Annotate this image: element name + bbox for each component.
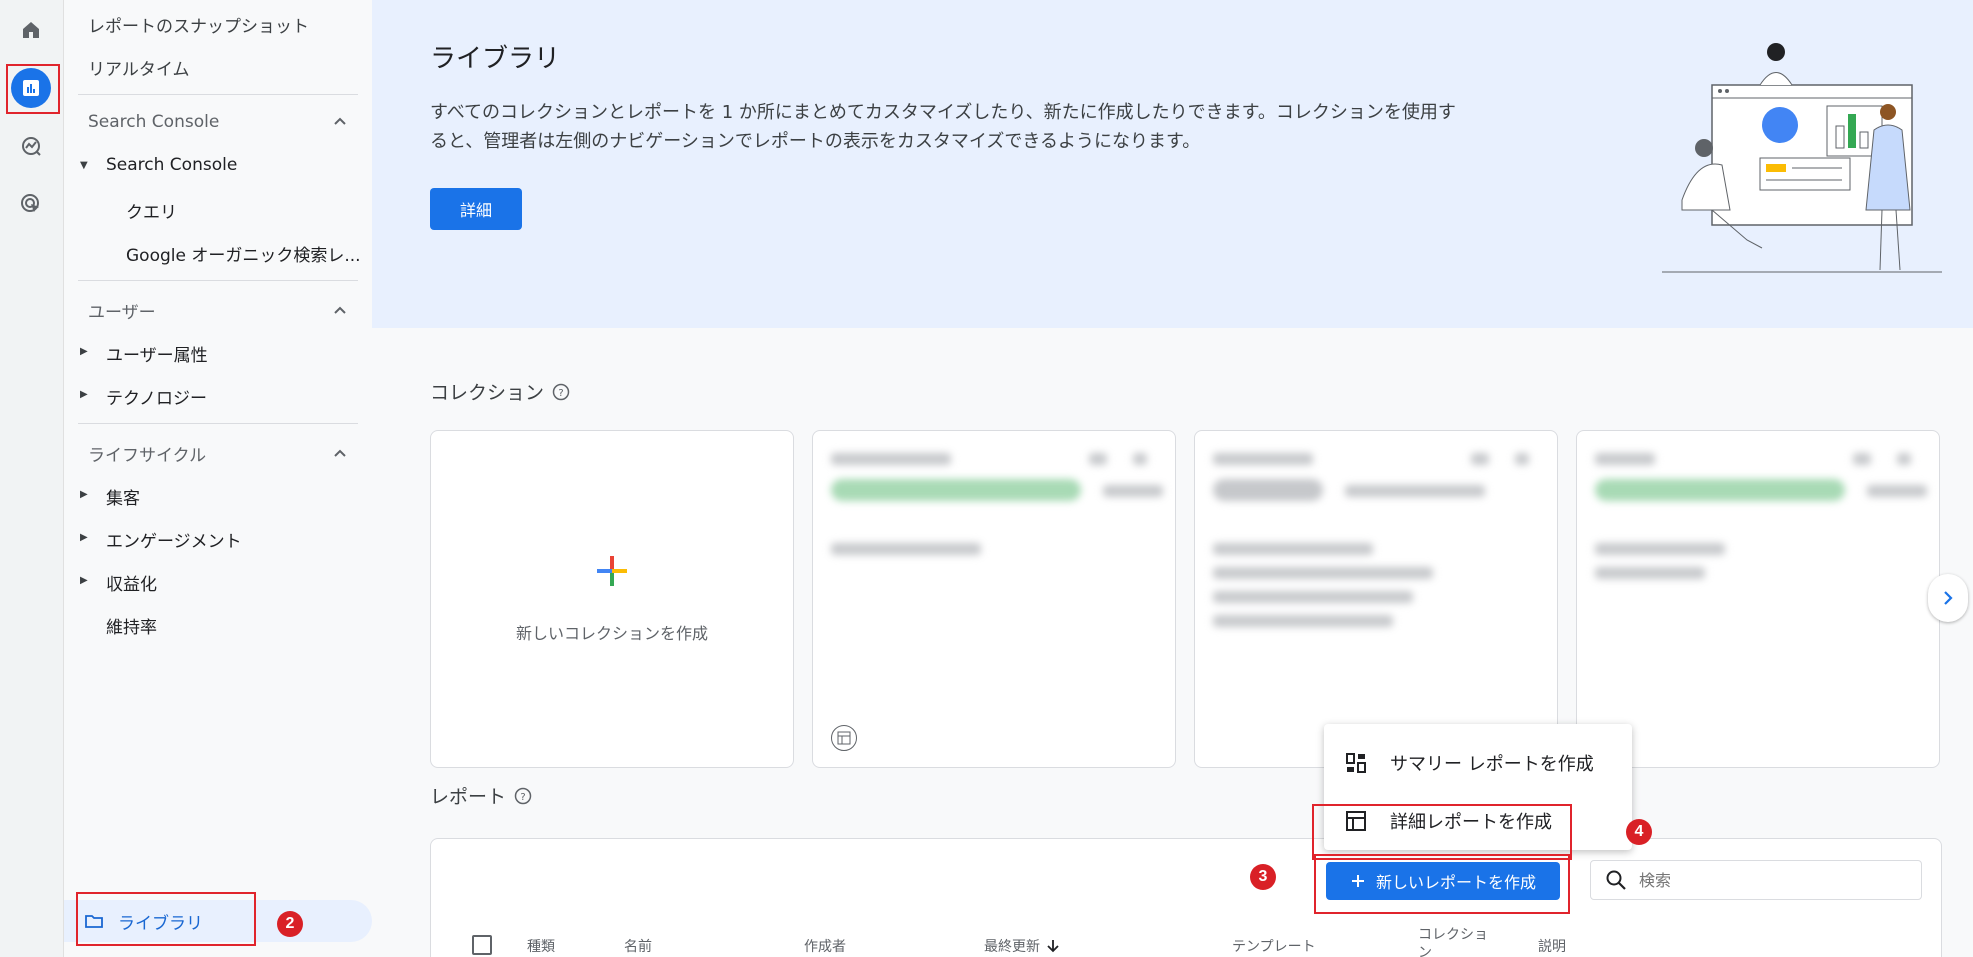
- nav-item-monetization[interactable]: 収益化: [106, 570, 157, 595]
- column-header-name[interactable]: 名前: [624, 936, 652, 956]
- collection-card[interactable]: [1194, 430, 1558, 768]
- nav-item-snapshot[interactable]: レポートのスナップショット: [88, 12, 309, 37]
- annotation-box-2: [76, 892, 256, 946]
- column-header-collection[interactable]: コレクション: [1418, 926, 1498, 957]
- svg-text:?: ?: [520, 792, 525, 803]
- column-header-description[interactable]: 説明: [1538, 936, 1566, 956]
- nav-item-retention[interactable]: 維持率: [106, 613, 157, 638]
- nav-item-organic-search[interactable]: Google オーガニック検索レ...: [126, 241, 361, 266]
- annotation-box-4: [1312, 804, 1572, 860]
- nav-item-technology[interactable]: テクノロジー: [106, 384, 207, 409]
- nav-item-search-console[interactable]: Search Console: [106, 155, 237, 175]
- reports-title: レポート: [430, 786, 507, 808]
- collections-heading: コレクション ?: [430, 378, 570, 405]
- main-content: ライブラリ すべてのコレクションとレポートを 1 か所にまとめてカスタマイズした…: [372, 0, 1973, 957]
- explore-icon[interactable]: [11, 126, 51, 166]
- search-input[interactable]: [1639, 870, 1899, 890]
- home-icon[interactable]: [11, 10, 51, 50]
- hero-banner: ライブラリ すべてのコレクションとレポートを 1 か所にまとめてカスタマイズした…: [372, 0, 1973, 328]
- nav-item-queries[interactable]: クエリ: [126, 198, 177, 223]
- learn-more-button[interactable]: 詳細: [430, 188, 522, 230]
- column-header-last-updated[interactable]: 最終更新: [984, 936, 1060, 956]
- nav-section-user[interactable]: ユーザー: [88, 298, 348, 323]
- new-collection-label: 新しいコレクションを作成: [515, 624, 708, 643]
- chevron-up-icon: [334, 117, 346, 125]
- chevron-up-icon: [334, 449, 346, 457]
- annotation-box-1: [6, 64, 60, 114]
- collection-template-icon: [831, 725, 857, 751]
- hero-description: すべてのコレクションとレポートを 1 か所にまとめてカスタマイズしたり、新たに作…: [430, 102, 1456, 152]
- new-collection-card[interactable]: 新しいコレクションを作成: [430, 430, 794, 768]
- annotation-box-3: [1314, 854, 1570, 914]
- caret-right-icon: ▶: [80, 389, 88, 400]
- arrow-down-icon: [1047, 940, 1059, 953]
- carousel-next-button[interactable]: [1928, 574, 1968, 622]
- sidebar-nav: レポートのスナップショット リアルタイム Search Console ▼ Se…: [64, 0, 372, 957]
- collection-card[interactable]: [1576, 430, 1940, 768]
- nav-section-lifecycle[interactable]: ライフサイクル: [88, 441, 348, 466]
- google-plus-icon: [597, 556, 627, 586]
- nav-section-title: Search Console: [88, 112, 220, 132]
- nav-section-search-console[interactable]: Search Console: [88, 112, 348, 132]
- annotation-badge-3: 3: [1250, 864, 1276, 890]
- nav-divider: [78, 94, 358, 95]
- column-header-template[interactable]: テンプレート: [1232, 936, 1316, 956]
- caret-right-icon: ▶: [80, 575, 88, 586]
- nav-divider: [78, 423, 358, 424]
- caret-right-icon: ▶: [80, 346, 88, 357]
- select-all-checkbox[interactable]: [472, 935, 492, 955]
- report-search-field[interactable]: [1590, 860, 1922, 900]
- collections-title: コレクション: [430, 382, 545, 404]
- nav-divider: [78, 280, 358, 281]
- nav-section-title: ライフサイクル: [88, 446, 207, 466]
- menu-item-label: サマリー レポートを作成: [1390, 754, 1594, 775]
- caret-down-icon: ▼: [80, 160, 88, 171]
- column-header-label: 最終更新: [984, 939, 1040, 955]
- icon-rail: [0, 0, 64, 957]
- column-header-author[interactable]: 作成者: [804, 936, 846, 956]
- nav-item-acquisition[interactable]: 集客: [106, 484, 140, 509]
- nav-item-realtime[interactable]: リアルタイム: [88, 55, 190, 80]
- help-icon[interactable]: ?: [514, 787, 532, 805]
- column-header-type[interactable]: 種類: [527, 936, 555, 956]
- nav-section-title: ユーザー: [88, 303, 156, 323]
- menu-item-summary-report[interactable]: サマリー レポートを作成: [1344, 750, 1594, 776]
- chevron-up-icon: [334, 306, 346, 314]
- nav-item-engagement[interactable]: エンゲージメント: [106, 527, 242, 552]
- svg-text:?: ?: [558, 388, 563, 399]
- library-illustration: [1662, 43, 1942, 273]
- search-icon: [1606, 870, 1626, 890]
- collection-card[interactable]: [812, 430, 1176, 768]
- annotation-badge-4: 4: [1626, 819, 1652, 845]
- dashboard-icon: [1346, 753, 1366, 773]
- chevron-right-icon: [1944, 591, 1953, 605]
- help-icon[interactable]: ?: [552, 383, 570, 401]
- annotation-badge-2: 2: [277, 911, 303, 937]
- page-title: ライブラリ: [430, 44, 561, 74]
- nav-item-demographics[interactable]: ユーザー属性: [106, 341, 208, 366]
- caret-right-icon: ▶: [80, 532, 88, 543]
- advertising-icon[interactable]: [11, 184, 51, 224]
- caret-right-icon: ▶: [80, 489, 88, 500]
- reports-heading: レポート ?: [430, 782, 532, 809]
